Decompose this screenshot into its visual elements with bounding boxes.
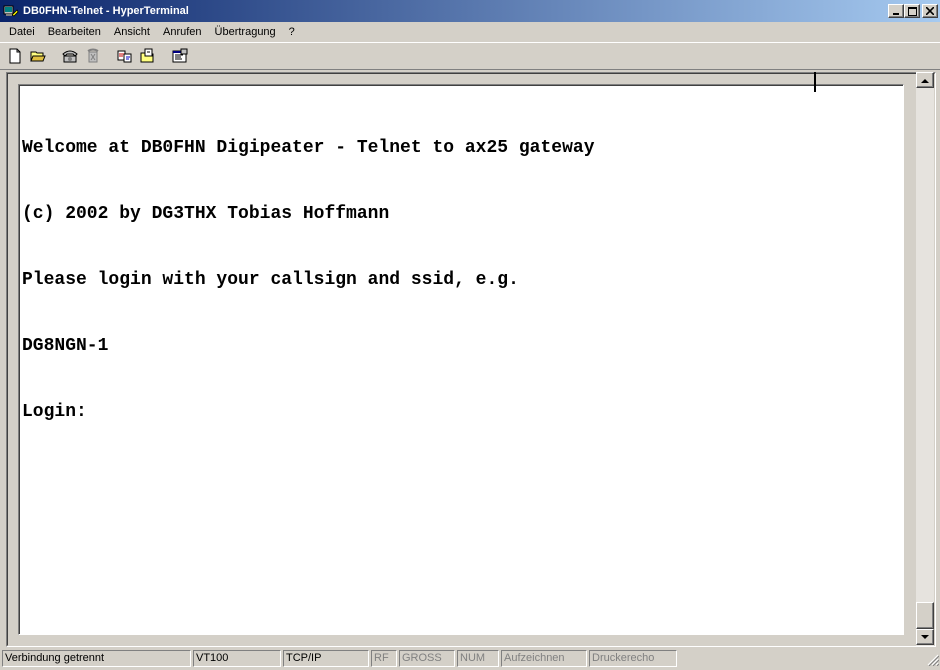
status-rf: RF [371, 649, 397, 667]
hyperterminal-icon[interactable] [3, 3, 19, 19]
menu-help[interactable]: ? [282, 23, 301, 41]
menu-anrufen[interactable]: Anrufen [156, 23, 208, 41]
terminal-line: (c) 2002 by DG3THX Tobias Hoffmann [22, 204, 390, 224]
minimize-icon [893, 13, 899, 15]
properties-icon [172, 48, 187, 63]
new-button[interactable] [3, 45, 26, 67]
maximize-button[interactable] [904, 4, 920, 18]
terminal-output: Welcome at DB0FHN Digipeater - Telnet to… [22, 93, 595, 467]
send-button[interactable] [113, 45, 136, 67]
status-capture: Aufzeichnen [501, 649, 587, 667]
call-button[interactable] [58, 45, 81, 67]
menu-ansicht[interactable]: Ansicht [107, 23, 156, 41]
maximize-icon [907, 6, 917, 16]
send-file-icon [117, 50, 131, 63]
terminal-line: Welcome at DB0FHN Digipeater - Telnet to… [22, 138, 595, 158]
scroll-up-button[interactable] [916, 72, 934, 88]
status-printecho: Druckerecho [589, 649, 677, 667]
status-connection: Verbindung getrennt [2, 649, 191, 667]
terminal-line: Please login with your callsign and ssid… [22, 270, 519, 290]
open-button[interactable] [26, 45, 49, 67]
disconnect-button[interactable] [81, 45, 104, 67]
vertical-scrollbar[interactable] [916, 72, 934, 646]
call-phone-icon [61, 50, 78, 63]
toolbar [0, 42, 940, 70]
menu-bearbeiten[interactable]: Bearbeiten [41, 23, 107, 41]
scroll-down-button[interactable] [916, 629, 934, 645]
window-title: DB0FHN-Telnet - HyperTerminal [23, 5, 189, 17]
scroll-thumb[interactable] [916, 602, 934, 629]
mouse-cursor-icon [814, 72, 816, 92]
close-button[interactable] [922, 4, 938, 18]
arrow-up-icon [921, 78, 929, 83]
new-document-icon [9, 48, 20, 64]
close-icon [926, 7, 934, 15]
minimize-button[interactable] [888, 4, 904, 18]
open-folder-icon [29, 51, 46, 62]
menu-datei[interactable]: Datei [2, 23, 41, 41]
title-bar[interactable]: DB0FHN-Telnet - HyperTerminal [0, 0, 940, 22]
status-gross: GROSS [399, 649, 455, 667]
status-num: NUM [457, 649, 499, 667]
arrow-down-icon [921, 634, 929, 639]
status-bar: Verbindung getrennt VT100 TCP/IP RF GROS… [0, 648, 940, 668]
receive-file-icon [140, 48, 153, 63]
terminal-line: DG8NGN-1 [22, 336, 109, 356]
menu-uebertragung[interactable]: Übertragung [208, 23, 282, 41]
status-emulation: VT100 [193, 649, 281, 667]
properties-button[interactable] [168, 45, 191, 67]
terminal-screen[interactable]: Welcome at DB0FHN Digipeater - Telnet to… [18, 84, 904, 635]
menu-bar: Datei Bearbeiten Ansicht Anrufen Übertra… [0, 22, 940, 42]
status-protocol: TCP/IP [283, 649, 369, 667]
terminal-line: Login: [22, 402, 87, 422]
receive-button[interactable] [136, 45, 159, 67]
resize-grip-icon[interactable] [927, 654, 939, 666]
disconnect-phone-icon [86, 48, 99, 63]
